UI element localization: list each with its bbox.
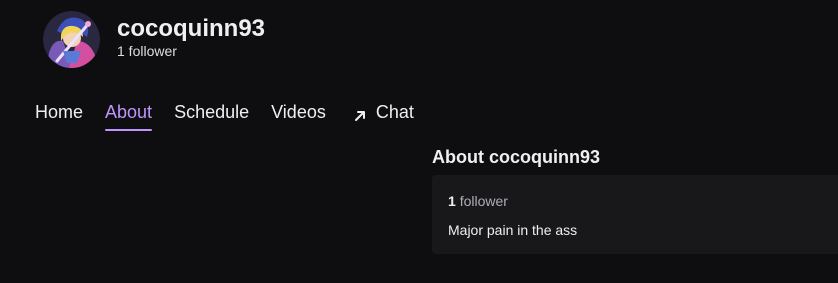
about-follower-word: follower <box>459 193 508 209</box>
channel-header: cocoquinn93 1 follower <box>43 11 265 68</box>
tab-home[interactable]: Home <box>35 98 83 130</box>
avatar[interactable] <box>43 11 100 68</box>
about-bio: Major pain in the ass <box>448 222 578 238</box>
external-arrow-icon <box>352 104 368 121</box>
about-follower-count: 1 <box>448 193 456 209</box>
tab-schedule[interactable]: Schedule <box>174 98 249 130</box>
about-title: About cocoquinn93 <box>432 147 600 167</box>
channel-name[interactable]: cocoquinn93 <box>117 15 265 43</box>
avatar-image <box>43 11 100 68</box>
about-followers: 1 follower <box>448 193 836 209</box>
tab-chat[interactable]: Chat <box>352 98 414 130</box>
channel-follower-count: 1 follower <box>117 42 177 59</box>
tab-about[interactable]: About <box>105 98 153 131</box>
channel-meta: cocoquinn93 1 follower <box>117 15 265 59</box>
tab-chat-label: Chat <box>375 102 414 122</box>
channel-tabs: Home About Schedule Videos Chat <box>35 98 436 131</box>
about-card: 1 follower Major pain in the ass <box>432 175 838 254</box>
channel-page: cocoquinn93 1 follower Home About Schedu… <box>0 0 838 283</box>
tab-videos[interactable]: Videos <box>271 98 326 130</box>
